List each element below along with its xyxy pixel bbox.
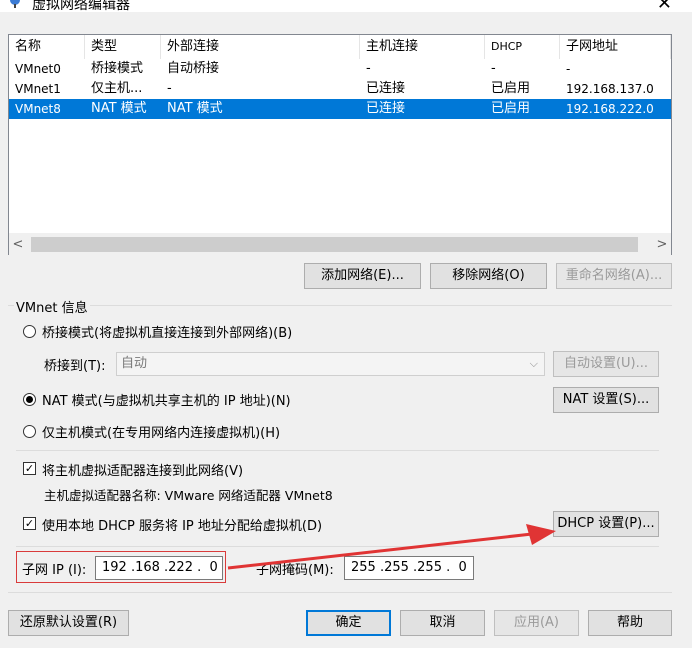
column-header-host[interactable]: 主机连接	[360, 35, 485, 59]
restore-defaults-button[interactable]: 还原默认设置(R)	[8, 610, 129, 636]
scroll-right-icon[interactable]: >	[653, 234, 671, 255]
help-button[interactable]: 帮助	[588, 610, 672, 636]
cell-dhcp: 已启用	[491, 81, 531, 96]
cell-host: 已连接	[366, 81, 406, 96]
cell-external: NAT 模式	[167, 101, 223, 116]
connect-adapter-label[interactable]: 将主机虚拟适配器连接到此网络(V)	[42, 460, 243, 479]
apply-button[interactable]: 应用(A)	[494, 610, 579, 636]
cell-external: -	[167, 81, 172, 96]
bridged-to-label: 桥接到(T):	[44, 359, 106, 374]
cell-subnet: 192.168.137.0	[566, 82, 654, 96]
network-list[interactable]: 名称 类型 外部连接 主机连接 DHCP 子网地址 VMnet0 桥接模式 自动…	[8, 34, 672, 255]
table-row[interactable]: VMnet1 仅主机... - 已连接 已启用 192.168.137.0	[9, 79, 671, 99]
divider	[16, 450, 659, 451]
horizontal-scrollbar[interactable]: < >	[9, 233, 671, 255]
bridged-to-select[interactable]: 自动 ⌵	[116, 352, 545, 376]
cell-dhcp: -	[491, 61, 496, 76]
network-icon	[10, 0, 20, 8]
cell-external: 自动桥接	[167, 61, 220, 76]
ok-button[interactable]: 确定	[306, 610, 391, 636]
column-header-type[interactable]: 类型	[85, 35, 161, 59]
rename-network-button[interactable]: 重命名网络(A)...	[556, 263, 672, 289]
add-network-button[interactable]: 添加网络(E)...	[304, 263, 421, 289]
cell-name: VMnet8	[15, 102, 61, 116]
nat-settings-button[interactable]: NAT 设置(S)...	[553, 387, 659, 413]
group-separator	[8, 305, 672, 306]
table-row[interactable]: VMnet0 桥接模式 自动桥接 - - -	[9, 59, 671, 79]
bridged-mode-label[interactable]: 桥接模式(将虚拟机直接连接到外部网络)(B)	[42, 322, 292, 341]
bridged-to-value: 自动	[121, 356, 148, 371]
close-icon[interactable]: ✕	[657, 0, 672, 12]
chevron-down-icon: ⌵	[529, 357, 538, 370]
nat-mode-label[interactable]: NAT 模式(与虚拟机共享主机的 IP 地址)(N)	[42, 390, 291, 409]
list-header: 名称 类型 外部连接 主机连接 DHCP 子网地址	[9, 35, 671, 59]
cell-type: NAT 模式	[91, 101, 147, 116]
vmnet-info-group-label: VMnet 信息	[14, 297, 90, 316]
cell-subnet: 192.168.222.0	[566, 102, 654, 116]
cell-type: 桥接模式	[91, 61, 144, 76]
cell-type: 仅主机...	[91, 81, 143, 96]
title-bar: 虚拟网络编辑器 ✕	[0, 0, 692, 12]
scroll-left-icon[interactable]: <	[9, 234, 27, 255]
scroll-thumb[interactable]	[31, 237, 638, 252]
adapter-name-label: 主机虚拟适配器名称: VMware 网络适配器 VMnet8	[44, 488, 333, 503]
remove-network-button[interactable]: 移除网络(O)	[430, 263, 547, 289]
column-header-subnet[interactable]: 子网地址	[560, 35, 671, 59]
column-header-dhcp[interactable]: DHCP	[485, 35, 560, 59]
annotation-arrow-icon	[227, 524, 556, 570]
window-title: 虚拟网络编辑器	[32, 0, 130, 12]
cell-host: 已连接	[366, 101, 406, 116]
cell-host: -	[366, 61, 371, 76]
cell-subnet: -	[566, 62, 571, 76]
host-only-label[interactable]: 仅主机模式(在专用网络内连接虚拟机)(H)	[42, 422, 280, 441]
bridged-mode-radio[interactable]	[23, 325, 36, 338]
dhcp-checkbox[interactable]: ✓	[23, 517, 36, 530]
subnet-ip-input[interactable]: 192 .168 .222 . 0	[95, 556, 223, 580]
nat-mode-radio[interactable]	[23, 393, 36, 406]
host-only-radio[interactable]	[23, 425, 36, 438]
table-row-selected[interactable]: VMnet8 NAT 模式 NAT 模式 已连接 已启用 192.168.222…	[9, 99, 671, 119]
cancel-button[interactable]: 取消	[400, 610, 485, 636]
column-header-external[interactable]: 外部连接	[161, 35, 360, 59]
divider	[8, 592, 672, 593]
dhcp-settings-button[interactable]: DHCP 设置(P)...	[553, 511, 659, 537]
column-header-name[interactable]: 名称	[9, 35, 85, 59]
subnet-ip-label: 子网 IP (I):	[22, 563, 87, 578]
auto-settings-button[interactable]: 自动设置(U)...	[553, 351, 659, 377]
connect-adapter-checkbox[interactable]: ✓	[23, 462, 36, 475]
cell-name: VMnet1	[15, 82, 61, 96]
cell-dhcp: 已启用	[491, 101, 531, 116]
cell-name: VMnet0	[15, 62, 61, 76]
